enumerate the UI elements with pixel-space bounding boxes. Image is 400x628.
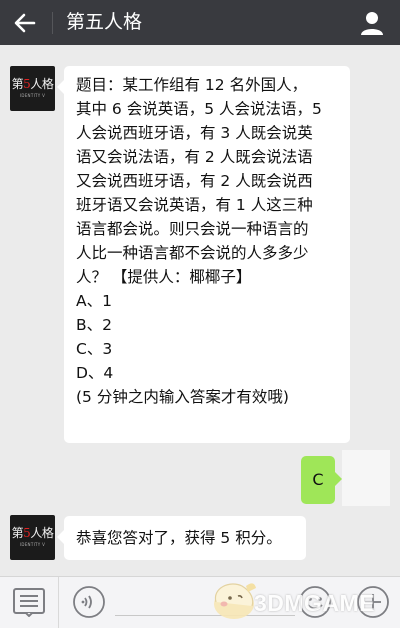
question-line: 题目：某工作组有 12 名外国人， [76, 76, 308, 94]
question-line: 语又会说法语，有 2 人既会说法语 [76, 148, 313, 166]
avatar-logo-text: 第5人格 [11, 77, 54, 91]
answer-option-d: D、4 [76, 364, 114, 382]
question-line: 人？ 【提供人：椰椰子】 [76, 268, 252, 286]
voice-icon[interactable] [72, 585, 106, 619]
avatar-logo-subtitle: IDENTITY V [19, 93, 46, 98]
answer-option-b: B、2 [76, 316, 112, 334]
menu-list-icon[interactable] [12, 587, 46, 617]
watermark-text: 3DMGAME [254, 590, 376, 616]
bot-reply-bubble[interactable]: 恭喜您答对了，获得 5 积分。 [57, 516, 306, 560]
user-reply-text: C [312, 470, 324, 489]
user-avatar[interactable] [342, 450, 390, 506]
page-title: 第五人格 [66, 11, 143, 33]
question-line: 又会说西班牙语，有 2 人既会说西 [76, 172, 313, 190]
question-line: 班牙语又会说英语，有 1 人这三种 [76, 196, 313, 214]
question-line: 其中 6 会说英语，5 人会说法语，5 [76, 100, 322, 118]
question-line: 语言都会说。则只会说一种语言的 [76, 220, 309, 238]
answer-option-c: C、3 [76, 340, 113, 358]
bot-avatar[interactable]: 第5人格 IDENTITY V [10, 515, 55, 560]
back-arrow-icon[interactable] [10, 8, 40, 38]
user-reply-bubble[interactable]: C [301, 456, 342, 504]
question-message-bubble[interactable]: 题目：某工作组有 12 名外国人， 其中 6 会说英语，5 人会说法语，5 人会… [57, 66, 350, 443]
question-line: 人会说西班牙语，有 3 人既会说英 [76, 124, 313, 142]
answer-option-a: A、1 [76, 292, 112, 310]
bot-reply-text: 恭喜您答对了，获得 5 积分。 [76, 529, 282, 547]
question-line: 人比一种语言都不会说的人多多少 [76, 244, 309, 262]
avatar-logo-subtitle: IDENTITY V [19, 542, 46, 547]
bot-avatar[interactable]: 第5人格 IDENTITY V [10, 66, 55, 111]
header-divider [52, 12, 53, 34]
toolbar-divider [58, 577, 59, 628]
user-profile-icon[interactable] [358, 9, 386, 37]
avatar-logo-text: 第5人格 [11, 526, 54, 540]
top-nav-bar: 第五人格 [0, 0, 400, 45]
watermark-mascot-small-icon [214, 583, 256, 619]
time-limit-note: (5 分钟之内输入答案才有效哦) [76, 388, 289, 406]
